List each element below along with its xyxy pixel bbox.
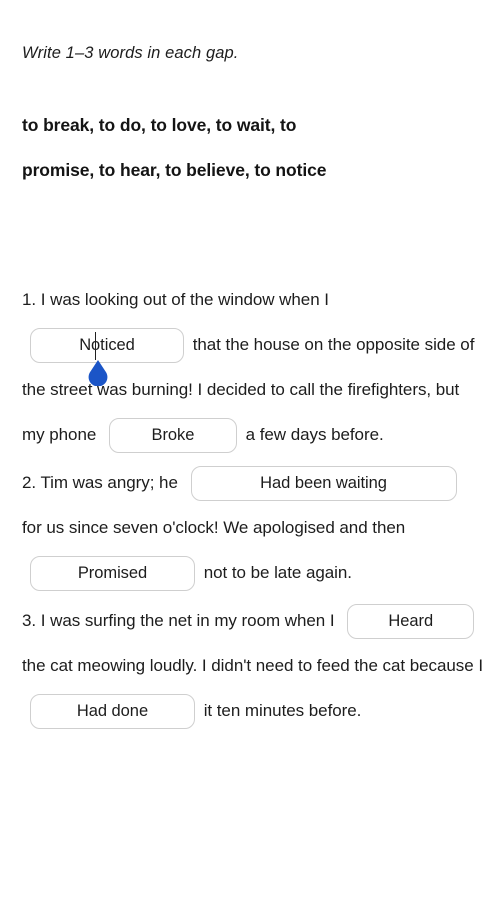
question-3-text-part-3: didn't need to feed the cat because I — [211, 656, 483, 675]
gap-input-had-been-waiting[interactable]: Had been waiting — [190, 466, 457, 502]
question-3: 3. I was surfing the net in my room when… — [22, 598, 484, 733]
gap-input-heard-value: Heard — [388, 612, 434, 631]
question-2-text-part-3: seven o'clock! We apologised and then — [113, 518, 406, 537]
worksheet-page: Write 1–3 words in each gap. to break, t… — [0, 0, 500, 918]
gap-input-noticed-value: Noticed — [79, 336, 135, 355]
question-2-text-part-2: for us since — [22, 518, 109, 537]
question-3-text-part-1: 3. I was surfing the net in my room when… — [22, 611, 335, 630]
word-bank-line-2: promise, to hear, to believe, to notice — [22, 160, 327, 180]
word-bank-line-1: to break, to do, to love, to wait, to — [22, 115, 297, 135]
questions-list: 1. I was looking out of the window when … — [22, 277, 484, 736]
question-1: 1. I was looking out of the window when … — [22, 277, 484, 457]
question-1-text-part-2: that the house on the — [192, 335, 352, 354]
gap-input-had-done[interactable]: Had done — [30, 694, 195, 730]
word-bank: to break, to do, to love, to wait, to pr… — [22, 103, 442, 193]
question-2: 2. Tim was angry; he Had been waiting fo… — [22, 460, 484, 595]
question-1-text-part-1: 1. I was looking out of the window when … — [22, 290, 329, 309]
gap-input-promised[interactable]: Promised — [30, 556, 195, 592]
question-2-text-part-4: not to be late again. — [203, 563, 352, 582]
gap-input-promised-value: Promised — [77, 564, 148, 583]
gap-input-heard[interactable]: Heard — [347, 604, 475, 640]
gap-input-noticed[interactable]: Noticed — [30, 328, 184, 387]
text-selection-handle-icon[interactable] — [87, 360, 109, 387]
gap-input-had-done-value: Had done — [76, 702, 149, 721]
question-3-text-part-4: it ten minutes before. — [203, 701, 362, 720]
gap-input-broke[interactable]: Broke — [108, 418, 237, 454]
question-2-text-part-1: 2. Tim was angry; he — [22, 473, 178, 492]
text-caret — [95, 332, 97, 361]
gap-input-broke-value: Broke — [151, 426, 195, 445]
question-3-text-part-2: the cat meowing loudly. I — [22, 656, 207, 675]
instruction-text: Write 1–3 words in each gap. — [22, 44, 239, 62]
question-1-text-part-5: a few days before. — [245, 425, 384, 444]
gap-input-had-been-waiting-value: Had been waiting — [260, 474, 387, 493]
